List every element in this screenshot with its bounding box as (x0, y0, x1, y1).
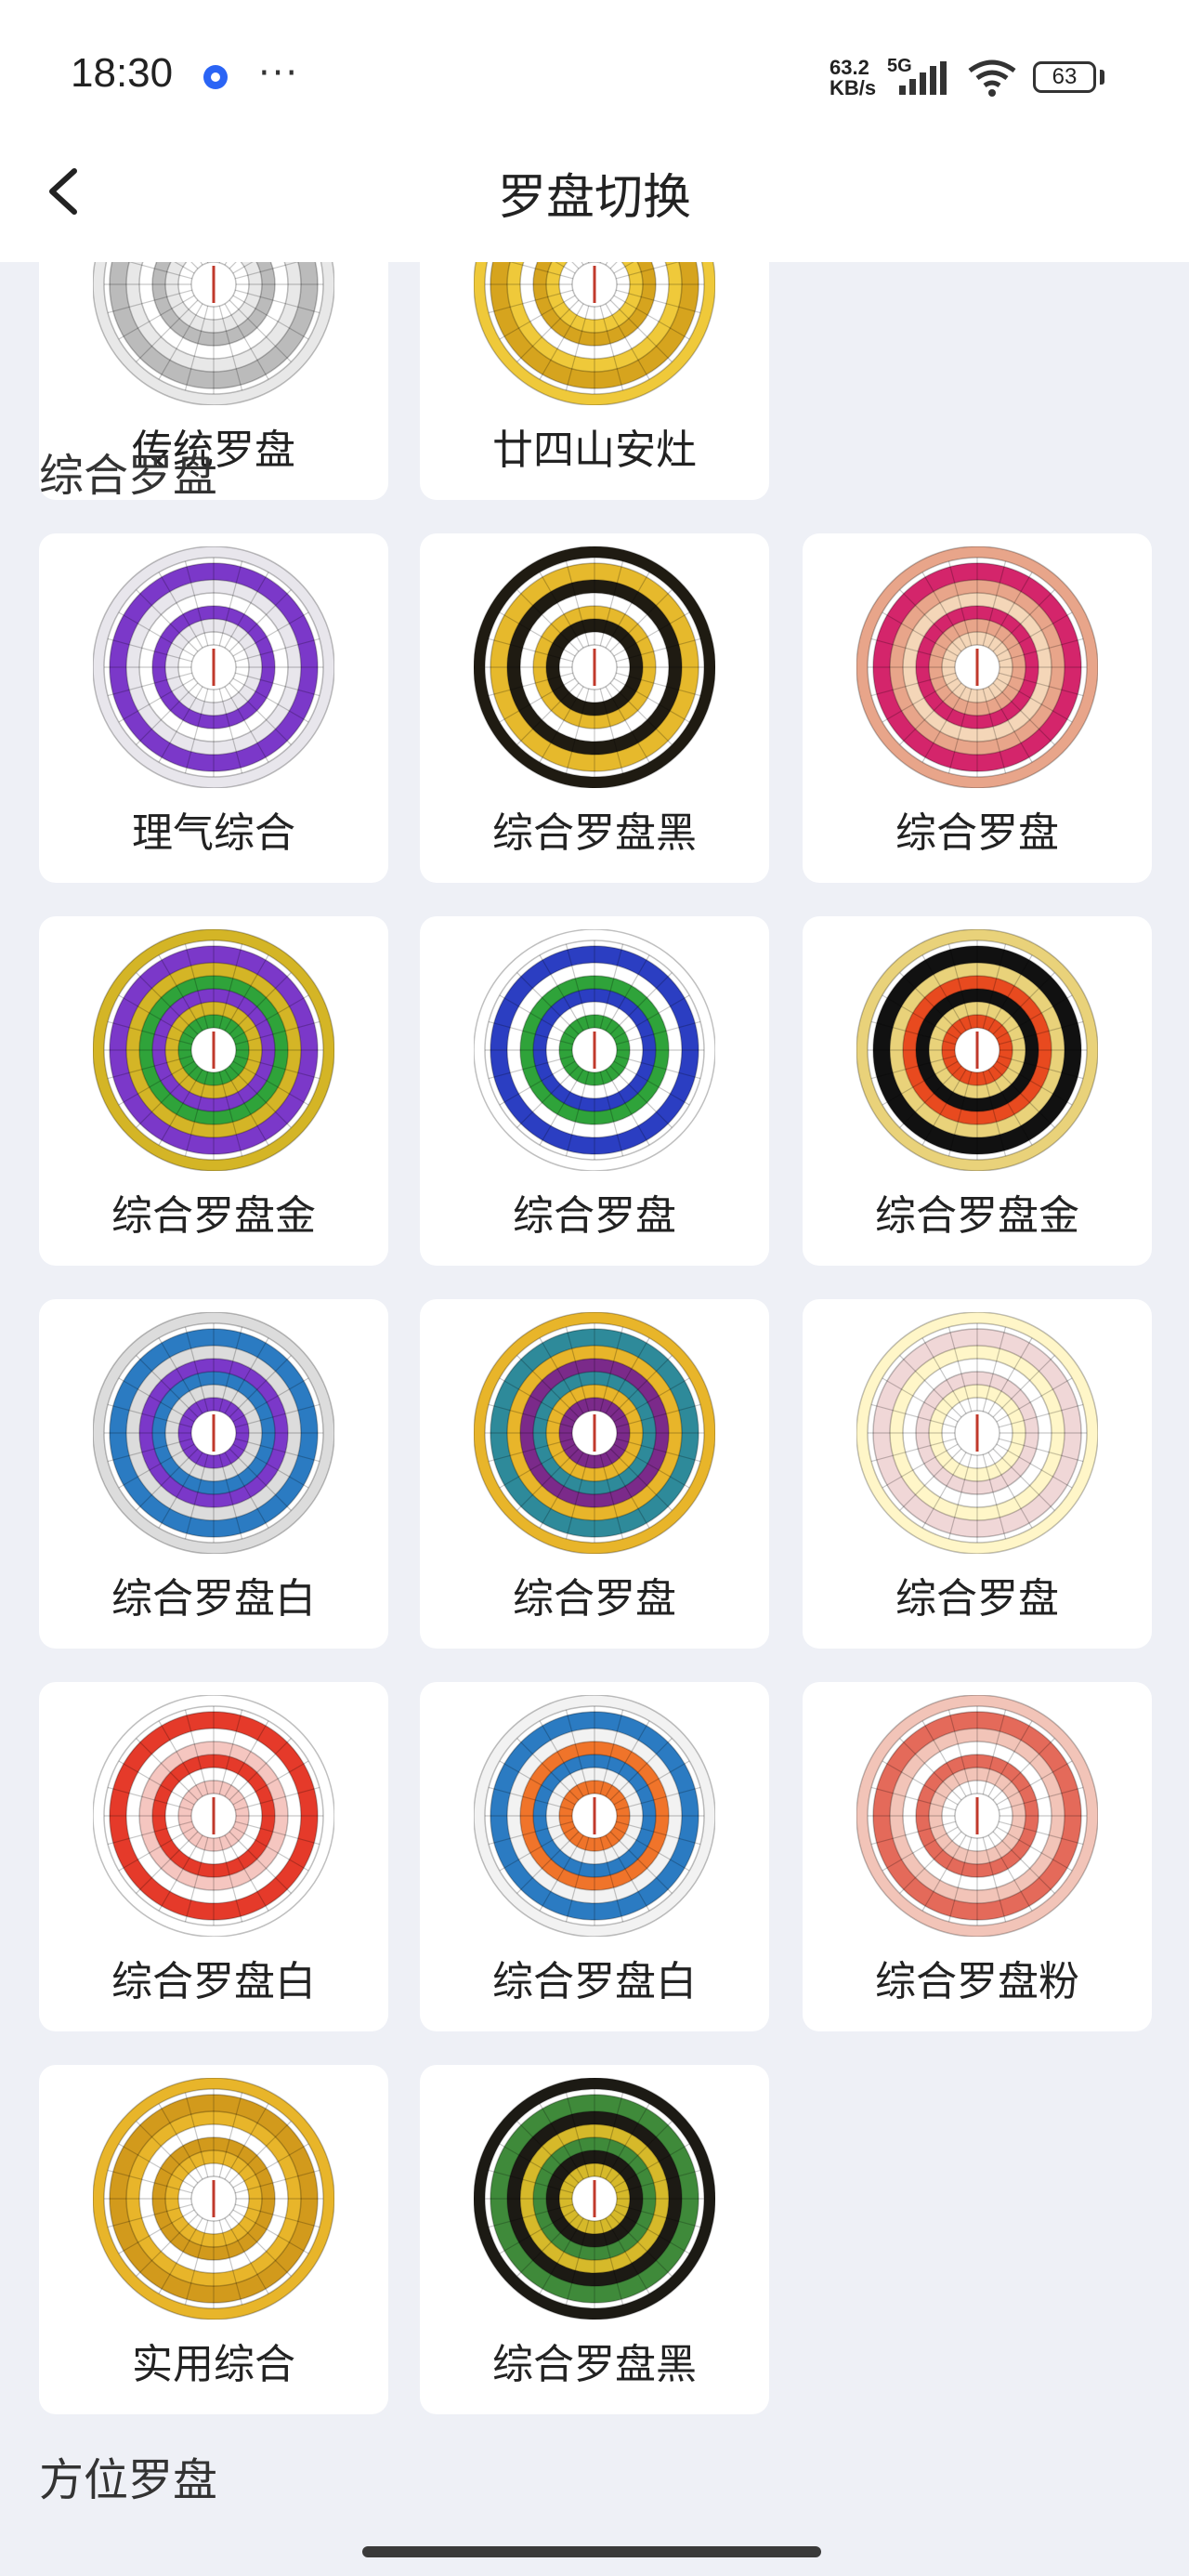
compass-card-label: 综合罗盘黑 (492, 2341, 697, 2388)
compass-card-label: 综合罗盘粉 (875, 1958, 1079, 2005)
compass-card-label: 理气综合 (132, 809, 295, 857)
compass-card[interactable]: 综合罗盘白 (39, 1682, 388, 2031)
cell-signal-icon (899, 61, 947, 95)
status-bar: 18:30 ··· 63.2 KB/s 5G 63 (0, 0, 1189, 149)
compass-card-label: 综合罗盘 (895, 809, 1059, 857)
compass-list[interactable]: 传统罗盘 廿四山安灶 综合罗盘 理气综合 综合罗盘黑 综合罗盘 综合罗盘金 综合罗盘 综合罗盘金… (0, 262, 1189, 2576)
compass-card-label: 综合罗盘 (513, 1575, 676, 1623)
compass-dial-icon (93, 1312, 334, 1554)
compass-card-label: 综合罗盘白 (492, 1958, 697, 2005)
compass-card-label: 廿四山安灶 (492, 427, 697, 474)
compass-card-label: 实用综合 (132, 2341, 295, 2388)
page-title: 罗盘切换 (497, 170, 691, 226)
compass-card-label: 综合罗盘白 (111, 1958, 316, 2005)
compass-dial-icon (474, 2078, 715, 2320)
home-indicator[interactable] (362, 2546, 821, 2557)
compass-dial-icon (856, 546, 1098, 788)
battery-cap (1100, 70, 1104, 85)
compass-card-label: 综合罗盘金 (111, 1192, 316, 1240)
battery-icon: 63 (1033, 61, 1096, 93)
compass-dial-icon (93, 2078, 334, 2320)
compass-dial-icon (93, 546, 334, 788)
compass-card-label: 综合罗盘 (895, 1575, 1059, 1623)
compass-card[interactable]: 综合罗盘黑 (420, 533, 769, 883)
compass-card[interactable]: 理气综合 (39, 533, 388, 883)
compass-dial-icon (474, 929, 715, 1171)
compass-card[interactable]: 廿四山安灶 (420, 262, 769, 500)
compass-card[interactable]: 综合罗盘白 (39, 1299, 388, 1649)
network-speed: 63.2 KB/s (830, 56, 877, 99)
more-notifications-icon: ··· (258, 52, 300, 95)
compass-card-label: 综合罗盘金 (875, 1192, 1079, 1240)
compass-dial-icon (93, 929, 334, 1171)
compass-dial-icon (93, 1695, 334, 1937)
compass-dial-icon (474, 546, 715, 788)
compass-dial-icon (856, 929, 1098, 1171)
compass-card[interactable]: 综合罗盘黑 (420, 2065, 769, 2414)
compass-card[interactable]: 实用综合 (39, 2065, 388, 2414)
compass-dial-icon (474, 262, 715, 405)
compass-dial-icon (856, 1695, 1098, 1937)
compass-card[interactable]: 综合罗盘 (803, 533, 1152, 883)
compass-dial-icon (474, 1312, 715, 1554)
compass-dial-icon (474, 1695, 715, 1937)
section-title: 方位罗盘 (39, 2454, 218, 2506)
compass-dial-icon (856, 1312, 1098, 1554)
compass-card[interactable]: 综合罗盘金 (39, 916, 388, 1266)
section-title: 综合罗盘 (39, 450, 218, 502)
compass-card[interactable]: 综合罗盘金 (803, 916, 1152, 1266)
status-time: 18:30 (71, 50, 174, 96)
compass-card-label: 综合罗盘黑 (492, 809, 697, 857)
compass-card[interactable]: 综合罗盘 (420, 1299, 769, 1649)
compass-card-label: 综合罗盘白 (111, 1575, 316, 1623)
compass-card[interactable]: 综合罗盘 (803, 1299, 1152, 1649)
compass-card[interactable]: 综合罗盘粉 (803, 1682, 1152, 2031)
compass-dial-icon (93, 262, 334, 405)
wifi-icon (968, 59, 1016, 97)
compass-card-label: 综合罗盘 (513, 1192, 676, 1240)
app-notification-icon (203, 65, 228, 89)
compass-card[interactable]: 综合罗盘 (420, 916, 769, 1266)
compass-card[interactable]: 综合罗盘白 (420, 1682, 769, 2031)
